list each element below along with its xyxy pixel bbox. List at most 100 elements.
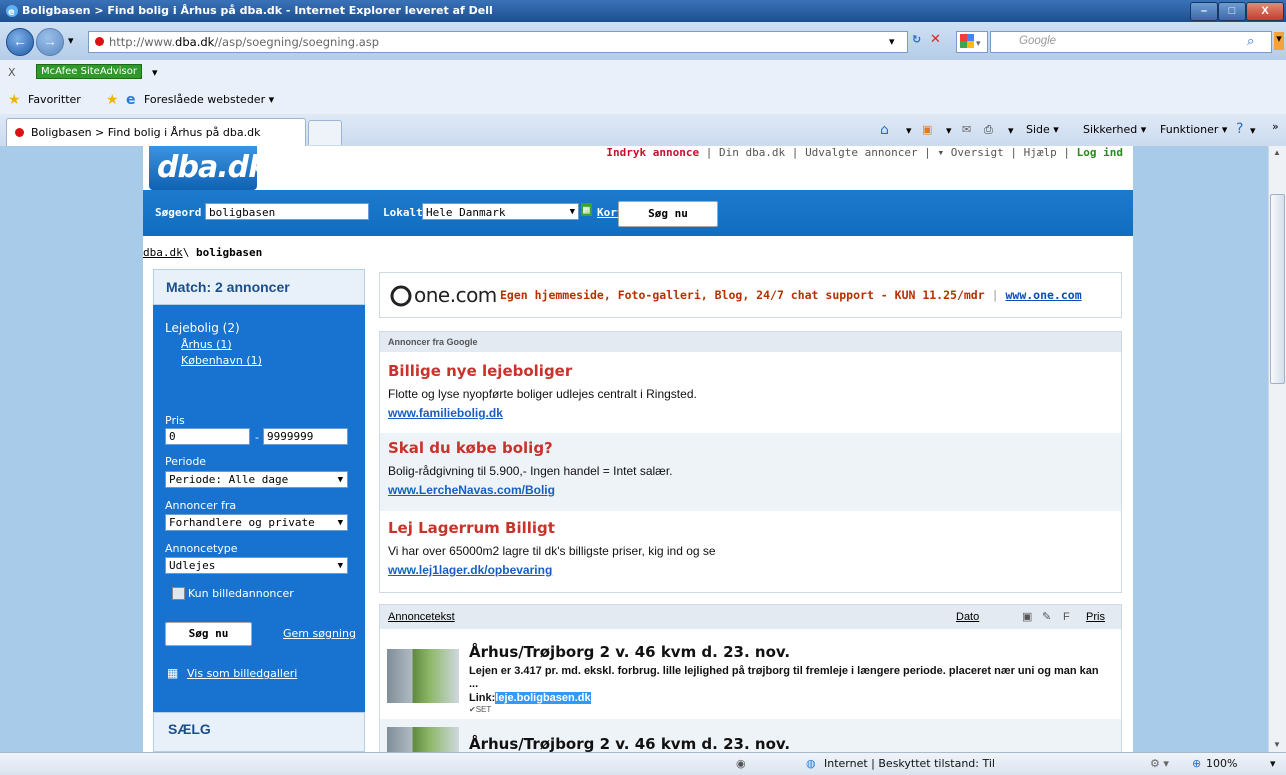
print-dropdown-icon[interactable]: ▾ (1008, 124, 1014, 137)
edit-icon[interactable]: ✎ (1042, 605, 1051, 629)
mcafee-button[interactable]: McAfee SiteAdvisor (36, 64, 142, 79)
zoom-dropdown-icon[interactable]: ▾ (1270, 757, 1276, 770)
favorites-button[interactable]: Favoritter (28, 93, 81, 106)
map-icon[interactable]: ▦ (581, 203, 592, 216)
login-link[interactable]: Log ind (1077, 146, 1123, 159)
promo-banner[interactable]: one.com Egen hjemmeside, Foto-galleri, B… (379, 272, 1122, 318)
scroll-down-icon[interactable]: ▼ (1273, 740, 1281, 749)
breadcrumb-root[interactable]: dba.dk (143, 246, 183, 259)
keyword-input[interactable]: boligbasen (205, 203, 369, 220)
forward-button[interactable]: → (36, 28, 64, 56)
home-icon[interactable]: ⌂ (880, 122, 889, 138)
overview-link[interactable]: ▾ Oversigt (938, 146, 1004, 159)
stop-icon[interactable]: ✕ (930, 32, 941, 47)
col-date[interactable]: Dato (956, 605, 979, 629)
protected-mode-icon[interactable]: ⚙ ▾ (1150, 757, 1169, 770)
help-icon[interactable]: ? (1236, 121, 1243, 137)
feeds-dropdown-icon[interactable]: ▾ (946, 124, 952, 137)
search-input[interactable]: Google ⌕ (990, 31, 1272, 53)
ie-icon: e (126, 92, 136, 108)
minimize-button[interactable]: – (1190, 2, 1218, 21)
gallery-link[interactable]: Vis som billedgalleri (187, 667, 297, 680)
page: dba.dk Indryk annonce | Din dba.dk | Udv… (143, 146, 1133, 752)
address-dropdown-icon[interactable]: ▾ (889, 35, 895, 48)
subcategory-koebenhavn[interactable]: København (1) (181, 354, 262, 367)
ad-item[interactable]: Billige nye lejeboliger Flotte og lyse n… (380, 356, 1121, 434)
scrollbar-thumb[interactable] (1270, 194, 1285, 384)
address-bar[interactable]: http://www.dba.dk//asp/soegning/soegning… (88, 31, 908, 53)
help-link[interactable]: Hjælp (1024, 146, 1057, 159)
listing-link[interactable]: Link:leje.boligbasen.dk (469, 692, 591, 704)
site-logo[interactable]: dba.dk (149, 146, 268, 190)
privacy-icon[interactable]: ◉ (736, 757, 746, 770)
ad-link[interactable]: www.LercheNavas.com/Bolig (388, 483, 555, 497)
table-row[interactable]: Århus/Trøjborg 2 v. 46 kvm d. 23. nov. L… (380, 629, 1121, 719)
zoom-level[interactable]: 100% (1206, 757, 1237, 770)
mcafee-dropdown-icon[interactable]: ▾ (152, 66, 158, 79)
col-f[interactable]: F (1063, 605, 1070, 629)
selected-ads-link[interactable]: Udvalgte annoncer (805, 146, 918, 159)
ads-header: Annoncer fra Google (380, 332, 1121, 352)
ad-type-select[interactable]: Udlejes (165, 557, 348, 574)
suggested-sites-button[interactable]: Foreslåede websteder ▾ (144, 93, 274, 106)
period-select[interactable]: Periode: Alle dage (165, 471, 348, 488)
ad-item[interactable]: Skal du købe bolig? Bolig-rådgivning til… (380, 433, 1121, 511)
listing-title[interactable]: Århus/Trøjborg 2 v. 46 kvm d. 23. nov. (469, 643, 790, 661)
new-tab-button[interactable] (308, 120, 342, 145)
search-icon[interactable]: ⌕ (1247, 34, 1254, 49)
scroll-up-icon[interactable]: ▲ (1273, 148, 1281, 157)
listing-thumbnail[interactable] (387, 727, 459, 752)
close-button[interactable]: X (1246, 2, 1284, 21)
images-only-checkbox[interactable] (172, 587, 185, 600)
page-viewport: dba.dk Indryk annonce | Din dba.dk | Udv… (0, 146, 1268, 752)
sidebar-search-button[interactable]: Søg nu (165, 622, 252, 646)
tab-current[interactable]: Boligbasen > Find bolig i Århus på dba.d… (6, 118, 306, 146)
listing-thumbnail[interactable] (387, 649, 459, 703)
ad-item[interactable]: Lej Lagerrum Billigt Vi har over 65000m2… (380, 513, 1121, 591)
listing-title[interactable]: Århus/Trøjborg 2 v. 46 kvm d. 23. nov. (469, 735, 790, 752)
security-menu[interactable]: Sikkerhed ▾ (1083, 123, 1146, 136)
search-options-icon[interactable]: ▾ (1274, 32, 1284, 50)
page-menu[interactable]: Side ▾ (1026, 123, 1059, 136)
price-from-input[interactable]: 0 (165, 428, 250, 445)
history-dropdown-icon[interactable]: ▾ (68, 34, 74, 47)
price-to-input[interactable]: 9999999 (263, 428, 348, 445)
ad-title[interactable]: Billige nye lejeboliger (388, 362, 572, 380)
refresh-icon[interactable]: ↻ (912, 33, 921, 46)
back-button[interactable]: ← (6, 28, 34, 56)
ads-from-select[interactable]: Forhandlere og private (165, 514, 348, 531)
table-row[interactable]: Århus/Trøjborg 2 v. 46 kvm d. 23. nov. (380, 719, 1121, 752)
close-toolbar-icon[interactable]: X (8, 66, 16, 79)
ad-title[interactable]: Lej Lagerrum Billigt (388, 519, 555, 537)
ad-link[interactable]: www.lej1lager.dk/opbevaring (388, 563, 552, 577)
post-ad-link[interactable]: Indryk annonce (606, 146, 699, 159)
address-url: http://www.dba.dk//asp/soegning/soegning… (109, 35, 380, 49)
window-title: Boligbasen > Find bolig i Århus på dba.d… (22, 4, 493, 17)
add-favorite-icon[interactable]: ★ (106, 92, 119, 108)
more-tools-icon[interactable]: » (1272, 120, 1279, 133)
save-search-link[interactable]: Gem søgning (283, 627, 356, 640)
tools-menu[interactable]: Funktioner ▾ (1160, 123, 1227, 136)
col-price[interactable]: Pris (1086, 605, 1105, 629)
ad-link[interactable]: www.familiebolig.dk (388, 406, 503, 420)
mail-icon[interactable]: ✉ (962, 123, 971, 136)
location-select[interactable]: Hele Danmark ▼ (422, 203, 579, 220)
search-button[interactable]: Søg nu (618, 201, 718, 227)
camera-icon[interactable]: ▣ (1022, 605, 1032, 629)
zone-status[interactable]: Internet | Beskyttet tilstand: Til (824, 757, 995, 770)
subcategory-aarhus[interactable]: Århus (1) (181, 338, 232, 351)
my-dba-link[interactable]: Din dba.dk (719, 146, 785, 159)
col-annoncetekst[interactable]: Annoncetekst (388, 605, 455, 629)
google-logo-icon[interactable]: ▾ (956, 31, 988, 53)
maximize-button[interactable]: □ (1218, 2, 1246, 21)
favorites-bar: ★ Favoritter ★ e Foreslåede websteder ▾ (0, 86, 1286, 115)
favorites-star-icon: ★ (8, 92, 21, 108)
promo-link[interactable]: www.one.com (1005, 288, 1081, 302)
ad-title[interactable]: Skal du købe bolig? (388, 439, 553, 457)
vertical-scrollbar[interactable]: ▲ ▼ (1268, 146, 1286, 752)
print-icon[interactable]: ⎙ (984, 123, 993, 137)
category-lejebolig[interactable]: Lejebolig (2) (165, 321, 240, 335)
feeds-icon[interactable]: ▣ (922, 123, 932, 136)
home-dropdown-icon[interactable]: ▾ (906, 124, 912, 137)
help-dropdown-icon[interactable]: ▾ (1250, 124, 1256, 137)
